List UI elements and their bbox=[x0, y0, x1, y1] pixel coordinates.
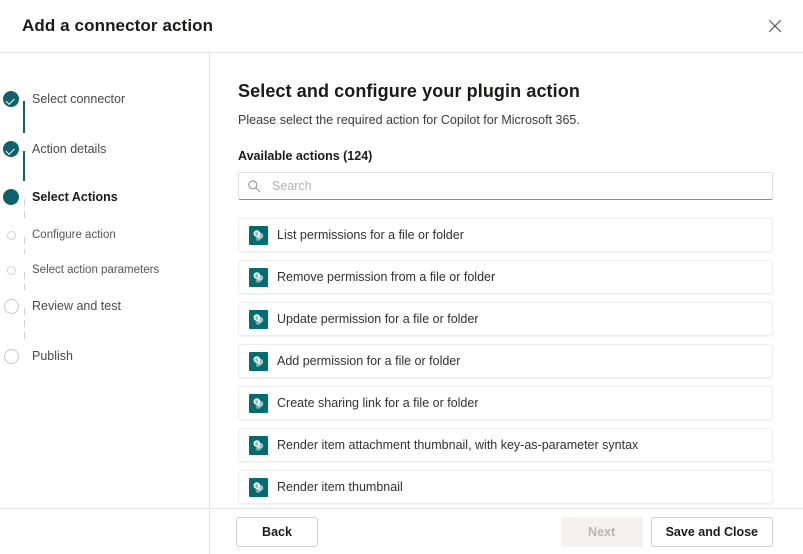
action-list-item-label: Update permission for a file or folder bbox=[277, 312, 479, 326]
stepper-item-action-details[interactable]: Action details bbox=[0, 131, 106, 167]
search-input[interactable] bbox=[265, 178, 764, 194]
svg-text:S: S bbox=[255, 231, 258, 236]
stepper-item-configure-action[interactable]: Configure action bbox=[0, 217, 116, 253]
action-list-item-label: Render item thumbnail bbox=[277, 480, 403, 494]
circle-icon bbox=[6, 265, 16, 275]
sharepoint-icon: S bbox=[249, 309, 268, 329]
sharepoint-icon: S bbox=[249, 351, 268, 371]
action-list-item-label: Add permission for a file or folder bbox=[277, 354, 461, 368]
dialog-body: Select connector Action details Select Act… bbox=[0, 53, 803, 508]
circle-icon bbox=[3, 298, 19, 314]
stepper-connector bbox=[23, 151, 25, 181]
check-icon bbox=[3, 141, 19, 157]
stepper-connector bbox=[23, 272, 25, 290]
stepper-item-review-and-test[interactable]: Review and test bbox=[0, 288, 121, 324]
action-list-item[interactable]: S List permissions for a file or folder bbox=[238, 218, 773, 252]
stepper-connector bbox=[23, 101, 25, 133]
action-list-item[interactable]: S Create sharing link for a file or folde… bbox=[238, 386, 773, 420]
stepper-item-select-actions[interactable]: Select Actions bbox=[0, 179, 118, 215]
svg-text:S: S bbox=[255, 273, 258, 278]
action-list-item[interactable]: S Update permission for a file or folder bbox=[238, 302, 773, 336]
stepper-item-select-connector[interactable]: Select connector bbox=[0, 81, 125, 117]
stepper-bullet bbox=[0, 348, 22, 364]
stepper-connector bbox=[23, 237, 25, 254]
stepper-bullet bbox=[0, 91, 22, 107]
available-actions-label: Available actions (124) bbox=[238, 149, 373, 163]
wizard-stepper-sidebar: Select connector Action details Select Act… bbox=[0, 53, 210, 508]
add-connector-action-dialog: Add a connector action Select connector A… bbox=[0, 0, 803, 554]
stepper-item-label: Select Actions bbox=[32, 190, 118, 204]
check-icon bbox=[3, 91, 19, 107]
sharepoint-icon: S bbox=[249, 477, 268, 497]
stepper-bullet bbox=[0, 265, 22, 275]
circle-icon bbox=[3, 348, 19, 364]
footer-sidebar-spacer bbox=[0, 509, 210, 554]
svg-text:S: S bbox=[255, 315, 258, 320]
stepper-list: Select connector Action details Select Act… bbox=[0, 81, 209, 381]
dialog-footer: Back Next Save and Close bbox=[0, 508, 803, 554]
stepper-bullet bbox=[0, 230, 22, 240]
action-list-item-label: List permissions for a file or folder bbox=[277, 228, 464, 242]
action-list-item[interactable]: S Render item attachment thumbnail, with … bbox=[238, 428, 773, 462]
stepper-item-publish[interactable]: Publish bbox=[0, 338, 73, 374]
page-title: Select and configure your plugin action bbox=[238, 81, 580, 101]
sharepoint-icon: S bbox=[249, 267, 268, 287]
action-list-item[interactable]: S Render item thumbnail bbox=[238, 470, 773, 504]
sharepoint-icon: S bbox=[249, 435, 268, 455]
main-content: Select and configure your plugin action … bbox=[210, 53, 803, 508]
svg-text:S: S bbox=[255, 483, 258, 488]
svg-text:S: S bbox=[255, 441, 258, 446]
stepper-item-label: Select connector bbox=[32, 92, 126, 106]
stepper-bullet bbox=[0, 141, 22, 157]
svg-text:S: S bbox=[255, 357, 258, 362]
action-list-item-label: Render item attachment thumbnail, with k… bbox=[277, 438, 639, 452]
next-button[interactable]: Next bbox=[560, 516, 643, 547]
action-list-item[interactable]: S Remove permission from a file or folder bbox=[238, 260, 773, 294]
stepper-item-label: Select action parameters bbox=[32, 264, 160, 276]
stepper-item-label: Action details bbox=[32, 142, 107, 156]
action-list-item-label: Remove permission from a file or folder bbox=[277, 270, 496, 284]
circle-icon bbox=[6, 230, 16, 240]
stepper-bullet bbox=[0, 189, 22, 205]
action-list-item-label: Create sharing link for a file or folder bbox=[277, 396, 479, 410]
svg-text:S: S bbox=[255, 399, 258, 404]
stepper-connector bbox=[23, 199, 25, 219]
stepper-item-label: Configure action bbox=[32, 229, 116, 241]
circle-icon bbox=[3, 189, 19, 205]
search-icon bbox=[247, 179, 265, 193]
stepper-connector bbox=[23, 308, 25, 340]
page-subtitle: Please select the required action for Co… bbox=[238, 113, 580, 127]
action-list-item[interactable]: S Add permission for a file or folder bbox=[238, 344, 773, 378]
sharepoint-icon: S bbox=[249, 393, 268, 413]
close-icon[interactable] bbox=[757, 8, 793, 44]
search-box[interactable] bbox=[238, 172, 773, 200]
stepper-bullet bbox=[0, 298, 22, 314]
save-and-close-button[interactable]: Save and Close bbox=[650, 516, 773, 547]
dialog-title: Add a connector action bbox=[22, 16, 214, 35]
stepper-item-label: Publish bbox=[32, 349, 73, 363]
action-list[interactable]: S List permissions for a file or folder S R… bbox=[210, 200, 803, 508]
dialog-titlebar: Add a connector action bbox=[0, 0, 803, 53]
back-button[interactable]: Back bbox=[236, 516, 318, 547]
stepper-item-label: Review and test bbox=[32, 299, 121, 313]
sharepoint-icon: S bbox=[249, 225, 268, 245]
